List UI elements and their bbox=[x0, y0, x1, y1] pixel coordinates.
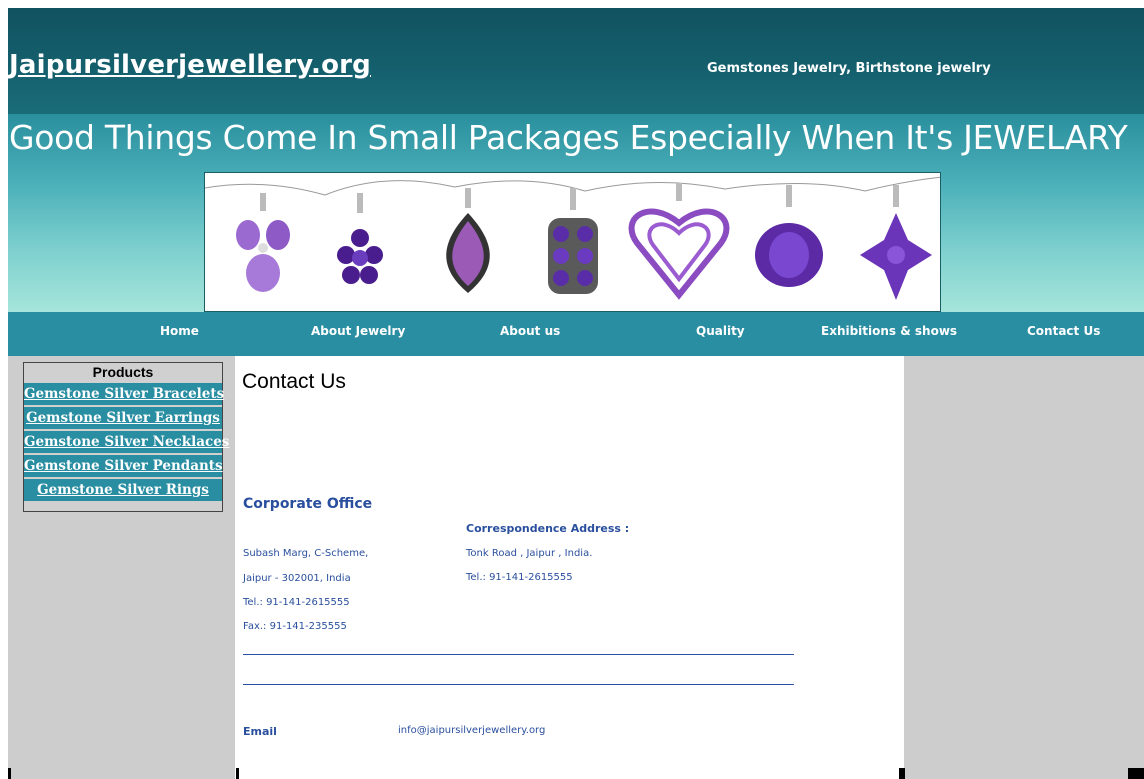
nav-quality[interactable]: Quality bbox=[696, 324, 745, 338]
correspondence-address-line: Tonk Road , Jaipur , India. bbox=[466, 548, 593, 559]
right-column bbox=[904, 356, 1144, 779]
corporate-address-line: Jaipur - 302001, India bbox=[243, 573, 351, 584]
divider bbox=[243, 654, 794, 655]
banner-slogan: Good Things Come In Small Packages Espec… bbox=[9, 118, 1128, 157]
products-panel: Products Gemstone Silver Bracelets Gemst… bbox=[23, 362, 229, 512]
pendant-2 bbox=[337, 193, 383, 284]
link-necklaces[interactable]: Gemstone Silver Necklaces bbox=[24, 431, 229, 453]
pendant-4 bbox=[548, 188, 598, 294]
pendant-5 bbox=[628, 183, 730, 300]
frame-left bbox=[0, 8, 8, 779]
email-link[interactable]: info@jaipursilverjewellery.org bbox=[398, 725, 545, 736]
pendant-6 bbox=[755, 185, 823, 287]
main-content bbox=[235, 356, 904, 779]
main-nav: Home About Jewelry About us Quality Exhi… bbox=[8, 312, 1144, 356]
site-title-link[interactable]: Jaipursilverjewellery.org bbox=[9, 50, 371, 80]
frame-mark bbox=[236, 768, 239, 779]
link-pendants[interactable]: Gemstone Silver Pendants bbox=[24, 455, 223, 477]
header-tagline: Gemstones Jewelry, Birthstone jewelry bbox=[707, 61, 991, 76]
pendant-1 bbox=[236, 193, 290, 292]
correspondence-heading: Correspondence Address : bbox=[466, 522, 630, 535]
corporate-fax: Fax.: 91-141-235555 bbox=[243, 621, 347, 632]
nav-exhibitions[interactable]: Exhibitions & shows bbox=[821, 324, 957, 338]
products-title: Products bbox=[92, 364, 154, 380]
nav-contact-us[interactable]: Contact Us bbox=[1027, 324, 1100, 338]
link-bracelets[interactable]: Gemstone Silver Bracelets bbox=[24, 383, 224, 405]
corporate-address-line: Subash Marg, C-Scheme, bbox=[243, 548, 369, 559]
nav-about-us[interactable]: About us bbox=[500, 324, 560, 338]
correspondence-phone: Tel.: 91-141-2615555 bbox=[466, 572, 573, 583]
nav-about-jewelry[interactable]: About Jewelry bbox=[311, 324, 405, 338]
corporate-office-heading: Corporate Office bbox=[243, 496, 373, 512]
frame-mark bbox=[1128, 768, 1144, 779]
divider bbox=[243, 684, 794, 685]
jewelry-banner-image bbox=[204, 172, 941, 312]
link-earrings[interactable]: Gemstone Silver Earrings bbox=[24, 407, 222, 429]
pendant-3 bbox=[446, 188, 490, 293]
page-title: Contact Us bbox=[242, 370, 346, 393]
frame-mark bbox=[899, 768, 905, 779]
link-rings[interactable]: Gemstone Silver Rings bbox=[24, 479, 222, 501]
corporate-phone: Tel.: 91-141-2615555 bbox=[243, 597, 350, 608]
pendant-7 bbox=[860, 185, 932, 300]
frame-mark bbox=[8, 768, 11, 779]
email-label: Email bbox=[243, 725, 277, 738]
pendants-illustration bbox=[205, 176, 940, 300]
nav-home[interactable]: Home bbox=[160, 324, 199, 338]
